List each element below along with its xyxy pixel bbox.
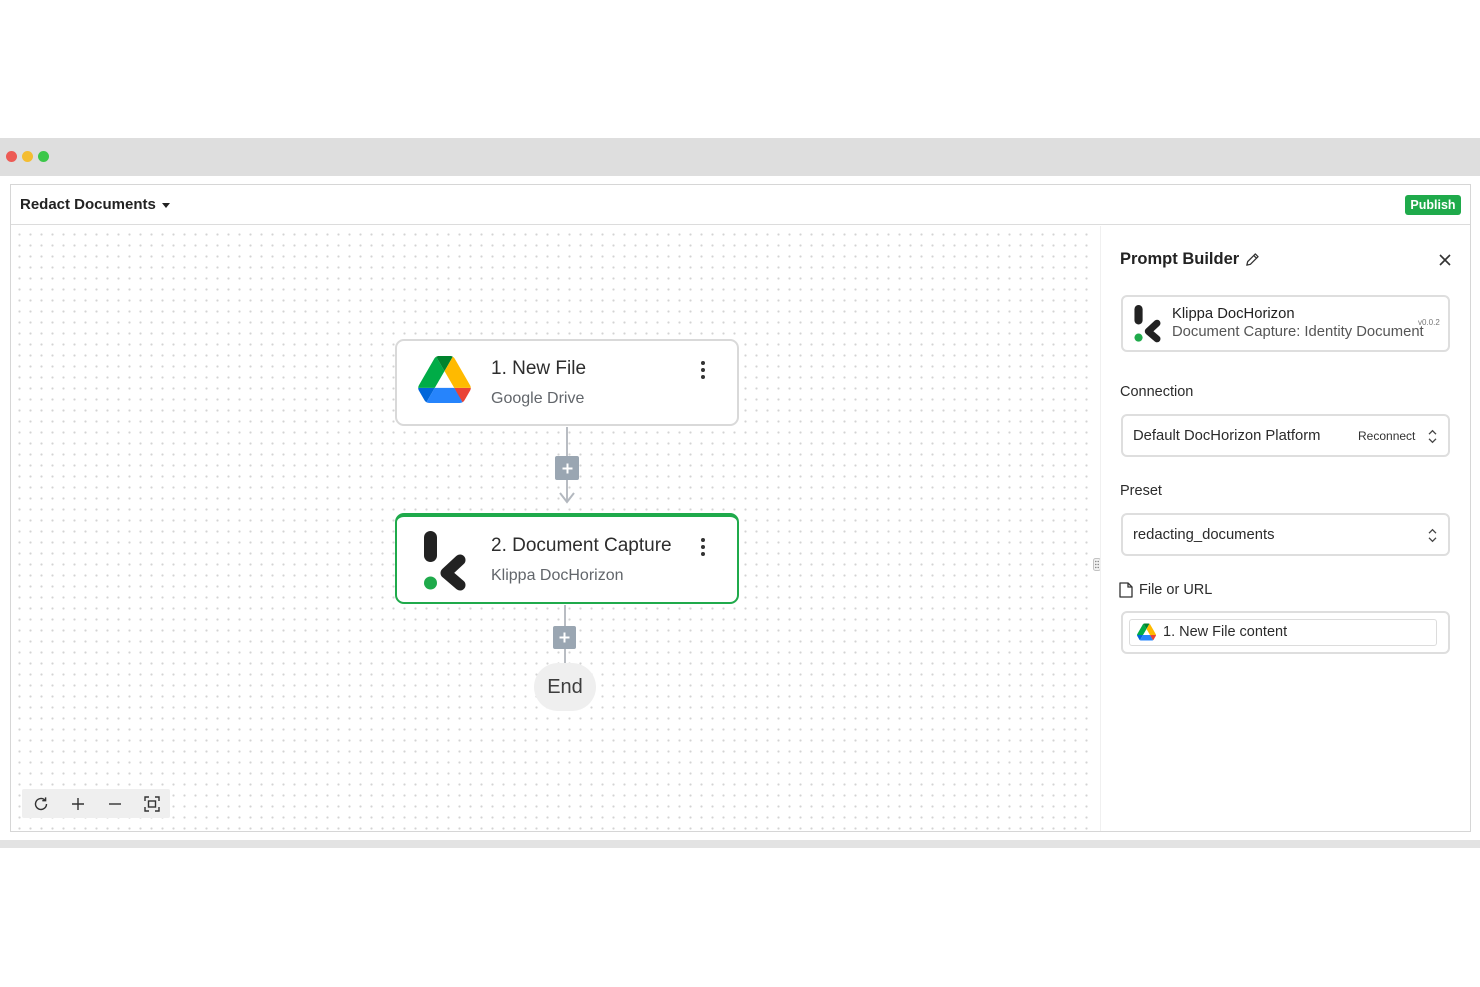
browser-bottom-edge [0,840,1480,848]
file-or-url-label: File or URL [1139,581,1213,598]
zoom-out-icon [109,802,121,805]
flow-node-new-file[interactable]: 1. New File Google Drive [395,339,739,426]
file-reference-text: 1. New File content [1163,624,1288,640]
app-name: Klippa DocHorizon [1172,306,1295,322]
preset-value: redacting_documents [1133,526,1275,543]
window-close-button[interactable] [6,151,17,162]
workflow-canvas[interactable]: 1. New File Google Drive 2. Document Cap… [11,226,1093,831]
workflow-title: Redact Documents [20,196,156,213]
preset-label: Preset [1120,483,1162,499]
google-drive-icon [1137,623,1156,641]
file-icon [1119,582,1133,598]
connection-label: Connection [1120,384,1194,400]
node-title: 1. New File [491,358,587,379]
arrow-down-icon [559,492,575,504]
file-or-url-field[interactable]: 1. New File content [1121,611,1450,654]
preset-select[interactable]: redacting_documents [1121,513,1450,556]
node-title: 2. Document Capture [491,535,672,556]
workflow-title-dropdown[interactable]: Redact Documents [20,196,170,213]
window-minimize-button[interactable] [22,151,33,162]
klippa-icon [424,531,466,591]
chevron-up-down-icon [1428,528,1437,542]
chevron-down-icon [161,202,170,208]
reconnect-link[interactable]: Reconnect [1358,429,1415,443]
zoom-in-icon [72,797,84,810]
publish-button[interactable]: Publish [1405,195,1461,215]
klippa-icon [1134,305,1161,343]
file-reference-chip[interactable]: 1. New File content [1129,619,1437,646]
pencil-icon[interactable] [1244,251,1261,268]
zoom-in-button[interactable] [63,789,93,818]
page: Redact Documents Publish 1. New File Goo… [0,0,1480,987]
chevron-up-down-icon [1428,429,1437,443]
more-options-icon[interactable] [701,538,705,556]
prompt-builder-panel: Prompt Builder Klippa DocHorizon Documen… [1100,226,1469,831]
app-action: Document Capture: Identity Document [1172,324,1424,340]
more-options-icon[interactable] [701,361,705,379]
app-action-card[interactable]: Klippa DocHorizon Document Capture: Iden… [1121,295,1450,352]
close-icon[interactable] [1439,254,1451,266]
zoom-out-button[interactable] [100,789,130,818]
plus-icon [559,632,570,643]
fit-view-button[interactable] [137,789,167,818]
add-step-button[interactable] [555,456,579,480]
window-maximize-button[interactable] [38,151,49,162]
refresh-icon [34,796,48,810]
connection-value: Default DocHorizon Platform [1133,427,1321,444]
panel-title: Prompt Builder [1120,250,1240,268]
app-version: v0.0.2 [1418,318,1440,327]
canvas-controls [22,789,170,818]
google-drive-icon [418,356,471,403]
node-subtitle: Klippa DocHorizon [491,567,624,584]
connection-select[interactable]: Default DocHorizon Platform Reconnect [1121,414,1450,457]
panel-header: Prompt Builder [1120,248,1261,270]
browser-title-bar [0,138,1480,176]
refresh-button[interactable] [26,789,56,818]
flow-node-document-capture[interactable]: 2. Document Capture Klippa DocHorizon [395,513,739,604]
add-step-button[interactable] [553,626,576,649]
fit-view-icon [144,795,160,812]
node-subtitle: Google Drive [491,390,585,407]
workflow-header: Redact Documents Publish [11,185,1470,225]
plus-icon [562,463,572,473]
end-node: End [534,663,596,711]
